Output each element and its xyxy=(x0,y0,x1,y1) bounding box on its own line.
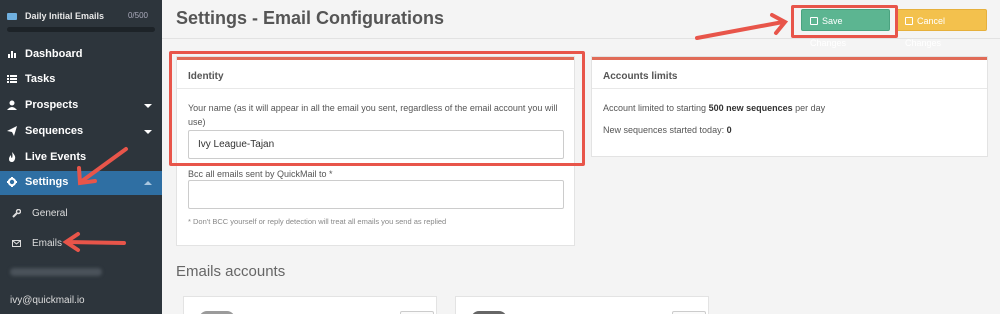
accounts-limits-panel: Accounts limits Account limited to start… xyxy=(591,56,988,157)
paper-plane-icon xyxy=(7,126,17,136)
sidebar-item-settings[interactable]: Settings xyxy=(0,171,162,195)
started-today-value: 0 xyxy=(726,125,732,135)
cancel-icon xyxy=(905,17,913,25)
sidebar-item-label: Live Events xyxy=(25,151,87,163)
chevron-down-icon xyxy=(144,130,152,134)
quota-count: 0/500 xyxy=(127,11,148,20)
email-account-card[interactable] xyxy=(183,296,437,314)
quota-progress-bar xyxy=(7,27,155,32)
bcc-field[interactable] xyxy=(188,180,564,209)
sidebar-subitem-emails[interactable]: Emails xyxy=(0,233,162,255)
sidebar-item-label: Sequences xyxy=(25,125,84,137)
highlight-identity-box xyxy=(169,51,585,166)
envelope-icon xyxy=(7,13,17,20)
sidebar-item-label: Dashboard xyxy=(25,48,83,60)
started-today-text: New sequences started today: 0 xyxy=(603,125,732,135)
started-today-prefix: New sequences started today: xyxy=(603,125,725,135)
limits-title: Accounts limits xyxy=(603,71,678,82)
sidebar-item-live-events[interactable]: Live Events xyxy=(0,146,162,170)
page-title: Settings - Email Configurations xyxy=(176,8,445,28)
gear-icon xyxy=(7,177,17,187)
chevron-down-icon xyxy=(144,104,152,108)
header-divider xyxy=(162,38,1000,39)
panel-accent-bar xyxy=(592,57,987,60)
sidebar-item-sequences[interactable]: Sequences xyxy=(0,120,162,144)
sidebar-item-prospects[interactable]: Prospects xyxy=(0,94,162,118)
list-icon xyxy=(7,74,17,84)
sidebar-item-label: Prospects xyxy=(25,99,79,111)
sidebar-subitem-label: General xyxy=(32,208,68,219)
limit-suffix: per day xyxy=(795,103,826,113)
email-account-card[interactable] xyxy=(455,296,709,314)
bcc-field-label: Bcc all emails sent by QuickMail to * xyxy=(188,169,333,179)
limit-prefix: Account limited to starting xyxy=(603,103,707,113)
cancel-button[interactable]: Cancel Changes xyxy=(896,9,987,48)
sidebar-subitem-label: Emails xyxy=(32,238,63,249)
limit-text: Account limited to starting 500 new sequ… xyxy=(603,103,825,113)
sidebar-subitem-general[interactable]: General xyxy=(0,203,162,225)
envelope-icon xyxy=(12,239,21,248)
quota-label: Daily Initial Emails xyxy=(25,11,105,21)
arrow-to-save xyxy=(695,20,785,40)
wrench-icon xyxy=(12,208,22,218)
user-email[interactable]: ivy@quickmail.io xyxy=(10,295,85,306)
sidebar-item-tasks[interactable]: Tasks xyxy=(0,68,162,92)
user-icon xyxy=(7,100,17,110)
bcc-hint: * Don't BCC yourself or reply detection … xyxy=(188,217,447,226)
chevron-up-icon xyxy=(144,181,152,185)
sidebar-item-label: Settings xyxy=(25,176,69,188)
sidebar-item-dashboard[interactable]: Dashboard xyxy=(0,43,162,67)
bar-chart-icon xyxy=(7,49,17,59)
limit-value: 500 new sequences xyxy=(708,103,793,113)
panel-divider xyxy=(592,88,987,89)
redacted-text xyxy=(10,268,102,276)
sidebar: Daily Initial Emails 0/500 Dashboard Tas… xyxy=(0,0,162,314)
flame-icon xyxy=(7,152,17,162)
highlight-save-box xyxy=(791,5,898,38)
emails-accounts-title: Emails accounts xyxy=(176,263,286,280)
sidebar-item-label: Tasks xyxy=(25,73,56,85)
arrow-head xyxy=(770,13,789,35)
daily-quota: Daily Initial Emails 0/500 xyxy=(0,0,162,40)
